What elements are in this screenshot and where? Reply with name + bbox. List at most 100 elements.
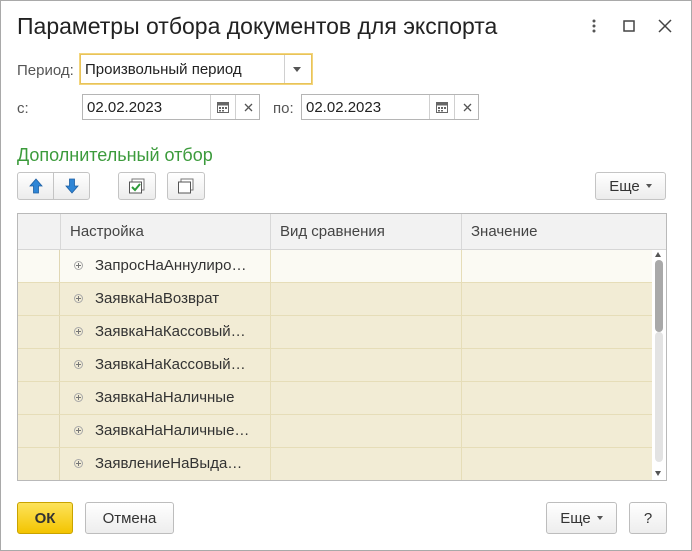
table-row[interactable]: ЗаявкаНаНаличные (18, 382, 652, 415)
window-menu-button[interactable] (583, 15, 605, 37)
table-row[interactable]: ЗаявкаНаНаличные… (18, 415, 652, 448)
close-button[interactable] (654, 15, 676, 37)
scroll-down-arrow-icon[interactable] (655, 471, 661, 476)
header-separator (461, 214, 462, 249)
chevron-down-icon (645, 184, 652, 188)
row-setting-name: ЗапросНаАннулиро… (95, 257, 247, 274)
cancel-button[interactable]: Отмена (85, 502, 174, 534)
filter-table: Настройка Вид сравнения Значение ЗапросН… (17, 213, 667, 481)
column-header-setting[interactable]: Настройка (70, 214, 144, 249)
expand-icon[interactable] (74, 294, 83, 303)
expand-icon[interactable] (74, 360, 83, 369)
row-gutter (18, 250, 60, 282)
close-icon (658, 19, 672, 33)
cell-divider (270, 448, 271, 480)
footer-more-button[interactable]: Еще (546, 502, 617, 534)
more-vertical-icon (592, 19, 596, 33)
date-to-label: по: (273, 100, 294, 117)
date-from-input[interactable] (87, 98, 205, 116)
clear-icon (463, 103, 471, 111)
help-button[interactable]: ? (629, 502, 667, 534)
maximize-icon (623, 20, 635, 32)
uncheck-all-icon (178, 178, 194, 194)
date-from-calendar-button[interactable] (211, 95, 235, 119)
additional-filter-title: Дополнительный отбор (17, 145, 213, 165)
cell-divider (461, 382, 462, 414)
calendar-icon (217, 102, 229, 113)
footer-more-label: Еще (560, 509, 591, 527)
cell-divider (270, 415, 271, 447)
cell-divider (270, 316, 271, 348)
row-setting-name: ЗаявкаНаНаличные… (95, 422, 250, 439)
cell-divider (270, 283, 271, 315)
check-all-icon (129, 178, 145, 194)
scrollbar-track[interactable] (655, 332, 663, 462)
move-down-button[interactable] (53, 172, 90, 200)
clear-icon (244, 103, 252, 111)
period-dropdown-button[interactable] (285, 57, 309, 81)
row-gutter (18, 382, 60, 414)
title-bar: Параметры отбора документов для экспорта (1, 1, 691, 53)
table-row[interactable]: ЗаявкаНаКассовый… (18, 349, 652, 382)
header-separator (270, 214, 271, 249)
expand-icon[interactable] (74, 393, 83, 402)
cell-divider (461, 283, 462, 315)
arrow-up-icon (28, 178, 43, 194)
table-row[interactable]: ЗаявлениеНаВыда… (18, 448, 652, 480)
cell-divider (461, 349, 462, 381)
column-header-comparison[interactable]: Вид сравнения (280, 214, 385, 249)
calendar-icon (436, 102, 448, 113)
date-to-calendar-button[interactable] (430, 95, 454, 119)
date-from-label: с: (17, 100, 29, 117)
row-gutter (18, 415, 60, 447)
table-row[interactable]: ЗапросНаАннулиро… (18, 250, 652, 283)
cell-divider (461, 316, 462, 348)
window-title: Параметры отбора документов для экспорта (17, 13, 498, 39)
row-gutter (18, 349, 60, 381)
date-from-field[interactable] (82, 94, 260, 120)
arrow-down-icon (64, 178, 79, 194)
maximize-button[interactable] (618, 15, 640, 37)
dialog-window: Параметры отбора документов для экспорта… (0, 0, 692, 551)
period-input[interactable] (85, 60, 275, 78)
table-body: ЗапросНаАннулиро… ЗаявкаНаВозврат Заявка… (18, 250, 652, 480)
period-select[interactable] (80, 54, 312, 84)
ok-button[interactable]: ОК (17, 502, 73, 534)
date-to-field[interactable] (301, 94, 479, 120)
header-separator (60, 214, 61, 249)
row-setting-name: ЗаявкаНаКассовый… (95, 356, 246, 373)
row-setting-name: ЗаявлениеНаВыда… (95, 455, 243, 472)
row-setting-name: ЗаявкаНаВозврат (95, 290, 220, 307)
chevron-down-icon (293, 66, 301, 72)
scrollbar-thumb[interactable] (655, 260, 663, 332)
expand-icon[interactable] (74, 327, 83, 336)
cell-divider (270, 250, 271, 282)
column-header-value[interactable]: Значение (471, 214, 538, 249)
move-up-button[interactable] (17, 172, 54, 200)
expand-icon[interactable] (74, 459, 83, 468)
uncheck-all-button[interactable] (167, 172, 205, 200)
table-row[interactable]: ЗаявкаНаВозврат (18, 283, 652, 316)
cell-divider (461, 448, 462, 480)
vertical-scrollbar[interactable] (652, 250, 666, 480)
row-gutter (18, 448, 60, 480)
expand-icon[interactable] (74, 426, 83, 435)
date-from-clear-button[interactable] (236, 95, 260, 119)
cell-divider (270, 349, 271, 381)
check-all-button[interactable] (118, 172, 156, 200)
date-to-input[interactable] (306, 98, 424, 116)
cell-divider (461, 250, 462, 282)
table-header: Настройка Вид сравнения Значение (18, 214, 666, 250)
filter-more-label: Еще (609, 177, 640, 195)
row-setting-name: ЗаявкаНаНаличные (95, 389, 235, 406)
chevron-down-icon (596, 516, 603, 520)
filter-more-button[interactable]: Еще (595, 172, 666, 200)
table-row[interactable]: ЗаявкаНаКассовый… (18, 316, 652, 349)
scroll-up-arrow-icon[interactable] (655, 252, 661, 257)
row-gutter (18, 283, 60, 315)
period-label: Период: (17, 62, 74, 79)
date-to-clear-button[interactable] (455, 95, 479, 119)
expand-icon[interactable] (74, 261, 83, 270)
cell-divider (461, 415, 462, 447)
cell-divider (270, 382, 271, 414)
